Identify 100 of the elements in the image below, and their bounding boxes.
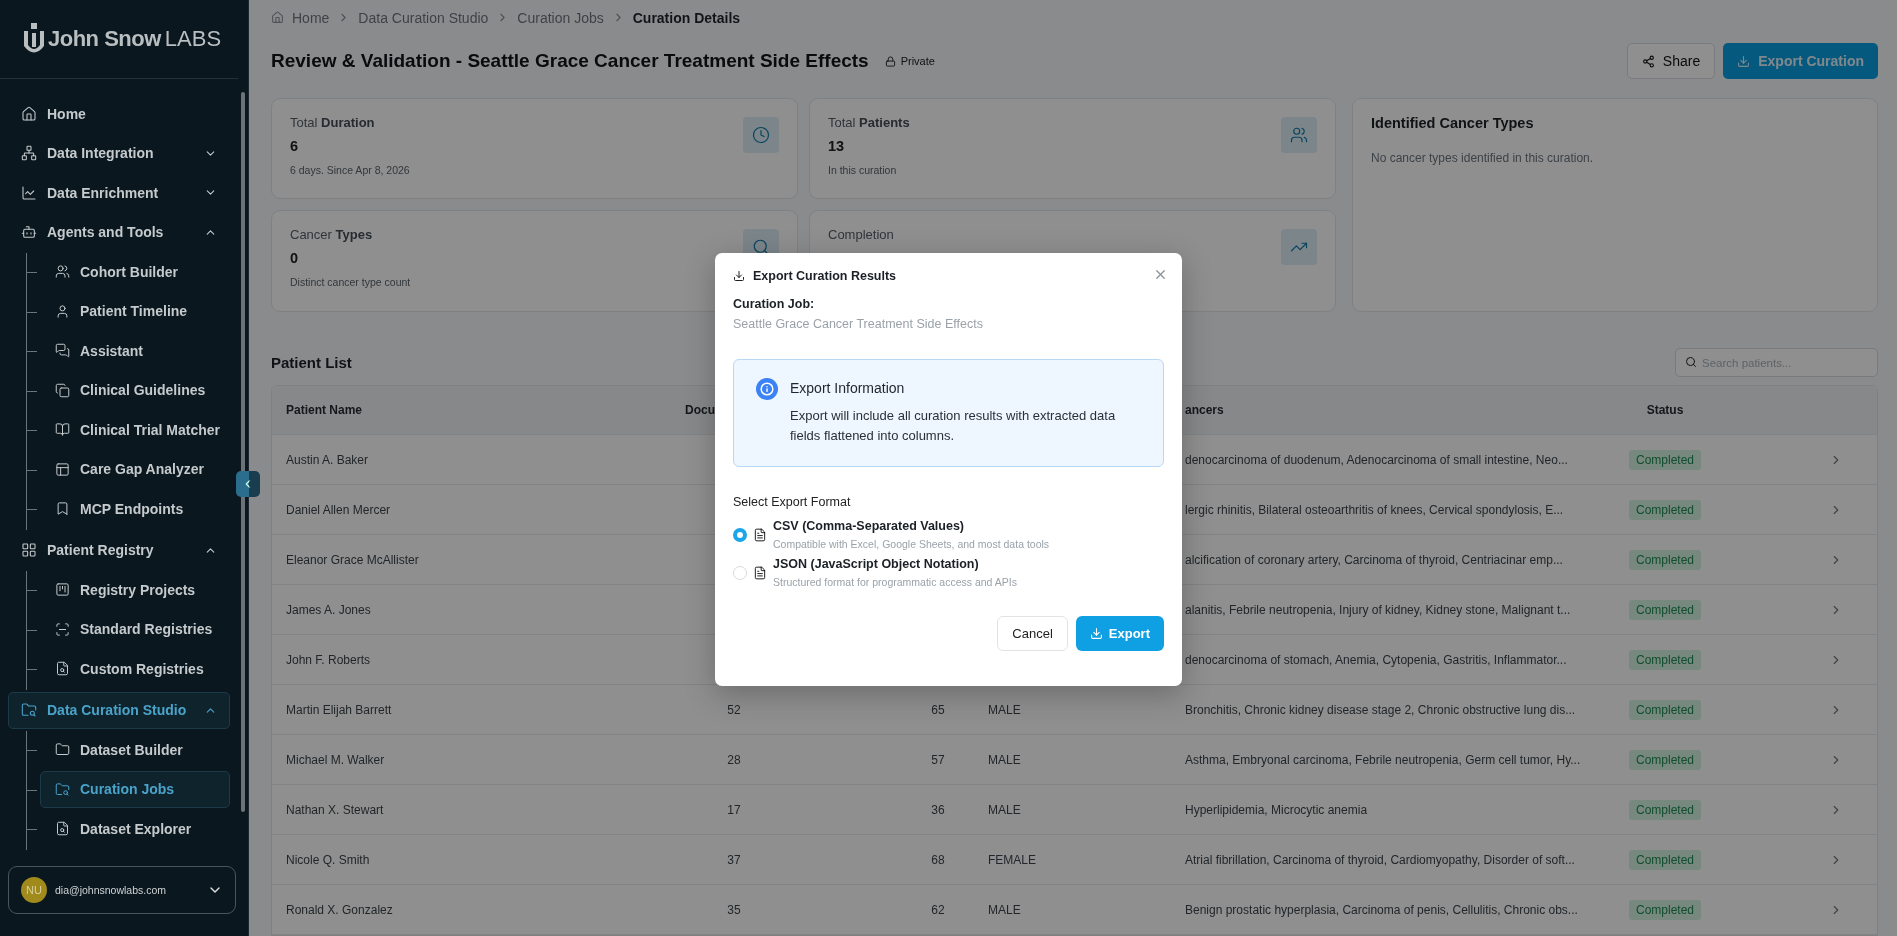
section-title: Patient List (271, 354, 352, 371)
home-icon (271, 11, 284, 25)
logo-text: John Snow (48, 26, 161, 52)
trending-up-icon (1281, 229, 1317, 265)
sidebar-item[interactable]: MCP Endpoints (40, 490, 230, 528)
user-icon (55, 303, 70, 319)
table-cell-text: 35 (726, 902, 742, 917)
table-cell-text: 52 (726, 702, 742, 717)
folder-search-icon (21, 702, 37, 719)
column-header: Docu (685, 403, 716, 417)
table-cell-text: 17 (726, 802, 742, 817)
table-cell-text: Austin A. Baker (285, 452, 370, 467)
stat-label: Cancer Types (290, 227, 374, 242)
stat-label: Completion (828, 227, 895, 242)
sidebar-item[interactable]: Data Curation Studio (8, 691, 230, 729)
sidebar-item[interactable]: Clinical Trial Matcher (40, 411, 234, 449)
status-badge: Completed (1629, 599, 1701, 620)
download-icon (1737, 54, 1751, 68)
scrollbar[interactable] (241, 92, 245, 812)
sidebar-item[interactable]: Home (8, 95, 230, 133)
radio-button[interactable] (733, 528, 747, 542)
sidebar-item[interactable]: Agents and Tools (8, 213, 230, 251)
sidebar-item[interactable]: Care Gap Analyzer (40, 450, 230, 488)
close-icon (1153, 267, 1168, 282)
search-icon (1685, 356, 1697, 368)
table-cell-text: 65 (930, 702, 946, 717)
table-cell-text: Michael M. Walker (285, 752, 386, 767)
stat-label: Total Duration (290, 115, 376, 130)
sidebar-item[interactable]: Custom Registries (40, 650, 230, 688)
sidebar-item[interactable]: Dataset Builder (40, 731, 230, 769)
table-cell-text: alcification of coronary artery, Carcinoma of thyroid, Centriacinar emp... (1185, 552, 1564, 567)
info-text: Export will include all curation results with extracted data fields flattened into columns. (790, 407, 1117, 445)
lock-icon (884, 55, 896, 67)
sidebar-item[interactable]: Data Integration (8, 134, 230, 172)
sidebar-item[interactable]: Clinical Guidelines (40, 371, 230, 409)
bookmark-icon (55, 501, 70, 517)
cancel-button[interactable]: Cancel (997, 616, 1068, 651)
user-email: dia@johnsnowlabs.com (55, 884, 168, 896)
share-button[interactable]: Share (1626, 43, 1716, 80)
table-cell-text: lergic rhinitis, Bilateral osteoarthritis of knees, Cervical spondylosis, E... (1185, 502, 1565, 517)
book-icon (55, 422, 70, 438)
table-cell-text: 36 (930, 802, 946, 817)
stat-value: 13 (828, 138, 846, 154)
table-cell-text: Daniel Allen Mercer (285, 502, 392, 517)
format-description: Compatible with Excel, Google Sheets, and most data tools (773, 538, 1050, 550)
table-cell-text: FEMALE (988, 852, 1037, 867)
table-cell-text: Asthma, Embryonal carcinoma, Febrile neutropenia, Germ cell tumor, Hy... (1185, 752, 1582, 767)
table-cell-text: 62 (930, 902, 946, 917)
sidebar-item[interactable]: Curation Jobs (40, 770, 230, 808)
user-menu[interactable]: NU dia@johnsnowlabs.com (8, 866, 236, 914)
line-chart-icon (21, 184, 37, 201)
column-header: ancers (1185, 403, 1225, 417)
copy-icon (55, 382, 70, 398)
table-cell-text: Nathan X. Stewart (285, 802, 385, 817)
file-icon (753, 566, 767, 580)
sidebar-item[interactable]: Dataset Explorer (40, 810, 230, 848)
table-cell-text: denocarcinoma of stomach, Anemia, Cytopenia, Gastritis, Inflammator... (1185, 652, 1568, 667)
users-icon (55, 264, 70, 280)
clock-icon (743, 117, 779, 153)
chat-icon (55, 343, 70, 359)
table-cell-text: Bronchitis, Chronic kidney disease stage 2, Chronic obstructive lung dis... (1185, 702, 1577, 717)
table-cell-text: MALE (988, 752, 1022, 767)
scan-icon (55, 621, 70, 637)
logo-icon (24, 23, 44, 55)
info-title: Export Information (790, 380, 906, 396)
users-icon (1281, 117, 1317, 153)
table-cell-text: MALE (988, 702, 1022, 717)
status-badge: Completed (1629, 499, 1701, 520)
table-cell-text: 57 (930, 752, 946, 767)
file-search-icon (55, 821, 70, 837)
sidebar-item[interactable]: Assistant (40, 332, 230, 370)
sidebar-item[interactable]: Patient Registry (8, 531, 230, 569)
collapse-button[interactable] (236, 471, 260, 497)
status-badge: Completed (1629, 649, 1701, 670)
table-cell-text: Nicole Q. Smith (285, 852, 371, 867)
status-badge: Completed (1629, 899, 1701, 920)
sidebar-item[interactable]: Standard Registries (40, 610, 230, 648)
empty-message: No cancer types identified in this curation. (1371, 151, 1595, 165)
stat-caption: 6 days. Since Apr 8, 2026 (290, 164, 411, 176)
column-header: Status (1645, 403, 1685, 417)
sidebar-item[interactable]: Data Enrichment (8, 174, 230, 212)
status-badge: Completed (1629, 799, 1701, 820)
column-header: Patient Name (285, 403, 364, 417)
table-cell-text: alanitis, Febrile neutropenia, Injury of kidney, Kidney stone, Malignant t... (1185, 602, 1572, 617)
share-icon (1641, 54, 1655, 68)
card-title: Identified Cancer Types (1371, 115, 1535, 131)
sidebar-item[interactable]: Cohort Builder (40, 253, 230, 291)
table-cell-text: Eleanor Grace McAllister (285, 552, 420, 567)
table-cell-text: MALE (988, 802, 1022, 817)
stat-caption: In this curation (828, 164, 898, 176)
format-label: Select Export Format (733, 495, 852, 509)
visibility-label: Private (900, 55, 935, 68)
format-description: Structured format for programmatic access and APIs (773, 576, 1017, 588)
dialog-title: Export Curation Results (753, 269, 897, 283)
stat-label: Total Patients (828, 115, 911, 130)
sidebar-item[interactable]: Patient Timeline (40, 292, 230, 330)
status-badge: Completed (1629, 749, 1701, 770)
kanban-icon (55, 582, 70, 598)
table-cell-text: 28 (726, 752, 742, 767)
sidebar-item[interactable]: Registry Projects (40, 571, 230, 609)
